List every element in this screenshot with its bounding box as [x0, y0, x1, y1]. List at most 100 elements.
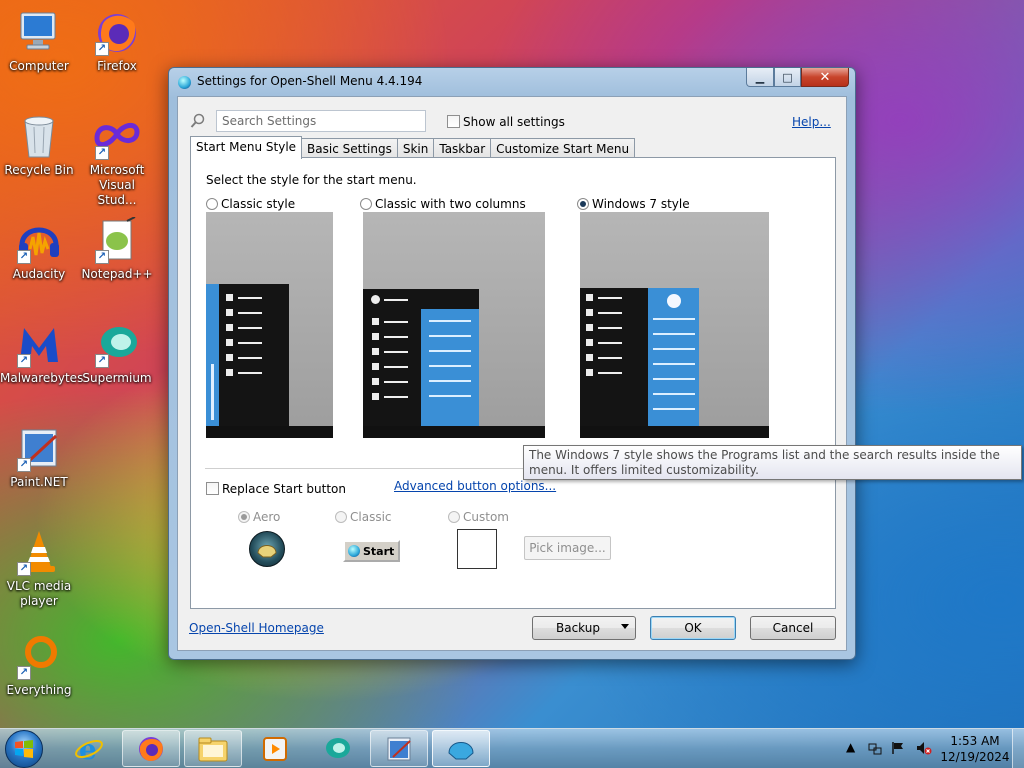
desktop-icon-label: Microsoft Visual Stud... [89, 163, 145, 207]
desktop-icon-label: Notepad++ [81, 267, 153, 281]
desktop-icon-label: Recycle Bin [4, 163, 74, 177]
desktop-icon-firefox[interactable]: ↗ Firefox [78, 8, 156, 74]
show-all-settings-checkbox[interactable]: Show all settings [447, 114, 565, 129]
style-tooltip: The Windows 7 style shows the Programs l… [523, 445, 1022, 480]
desktop-icon-label: Malwarebytes [0, 371, 84, 385]
desktop-icon-everything[interactable]: ↗ Everything [0, 632, 78, 698]
taskbar-firefox[interactable] [122, 730, 180, 767]
maximize-icon: □ [782, 70, 793, 84]
taskbar-paint-net[interactable] [370, 730, 428, 767]
desktop-icon-paint-net[interactable]: ↗ Paint.NET [0, 424, 78, 490]
window-title: Settings for Open-Shell Menu 4.4.194 [197, 74, 423, 88]
windows7-style-preview[interactable] [580, 212, 769, 438]
desktop-icon-recycle-bin[interactable]: Recycle Bin [0, 112, 78, 178]
two-columns-style-preview[interactable] [363, 212, 545, 438]
advanced-button-options-link[interactable]: Advanced button options... [394, 479, 556, 493]
shortcut-arrow-icon: ↗ [95, 354, 109, 368]
windows-logo-icon [15, 740, 33, 758]
desktop-icon-supermium[interactable]: ↗ Supermium [78, 320, 156, 386]
windows7-style-radio[interactable]: Windows 7 style [577, 196, 690, 211]
two-columns-style-radio[interactable]: Classic with two columns [360, 196, 526, 211]
classic-style-radio[interactable]: Classic style [206, 196, 295, 211]
tab-strip: Start Menu Style Basic Settings Skin Tas… [190, 136, 636, 159]
classic-button-radio[interactable]: Classic [335, 509, 392, 524]
shortcut-arrow-icon: ↗ [95, 42, 109, 56]
window-titlebar[interactable]: Settings for Open-Shell Menu 4.4.194 ▁ □… [169, 68, 855, 96]
shortcut-arrow-icon: ↗ [17, 562, 31, 576]
tab-basic-settings[interactable]: Basic Settings [301, 138, 398, 159]
start-button[interactable] [5, 730, 43, 768]
ok-button[interactable]: OK [650, 616, 736, 640]
tab-taskbar[interactable]: Taskbar [433, 138, 492, 159]
shortcut-arrow-icon: ↗ [17, 250, 31, 264]
aero-start-button-preview [249, 531, 285, 567]
minimize-icon: ▁ [755, 70, 765, 84]
radio-button[interactable] [238, 510, 250, 523]
network-icon[interactable] [868, 741, 882, 758]
backup-button[interactable]: Backup [532, 616, 636, 640]
search-icon [190, 113, 206, 129]
radio-button[interactable] [206, 197, 218, 210]
audacity-icon: ↗ [15, 216, 63, 264]
settings-window: Settings for Open-Shell Menu 4.4.194 ▁ □… [168, 67, 856, 660]
show-hidden-icons-chevron-icon[interactable]: ▲ [846, 740, 855, 754]
checkbox-box[interactable] [206, 482, 219, 495]
cancel-button[interactable]: Cancel [750, 616, 836, 640]
taskbar-internet-explorer[interactable]: e [60, 730, 118, 767]
paint-net-icon: ↗ [15, 424, 63, 472]
minimize-button[interactable]: ▁ [746, 68, 774, 87]
maximize-button[interactable]: □ [774, 68, 801, 87]
custom-button-radio[interactable]: Custom [448, 509, 509, 524]
paint-net-icon [387, 737, 411, 760]
show-all-label: Show all settings [463, 114, 565, 129]
classic-start-button-preview: Start [343, 540, 400, 562]
desktop-icon-malwarebytes[interactable]: ↗ Malwarebytes [0, 320, 84, 386]
taskbar-clock[interactable]: 1:53 AM 12/19/2024 [940, 733, 1010, 765]
classic-style-label: Classic style [221, 196, 296, 211]
taskbar-open-shell-settings[interactable] [432, 730, 490, 767]
desktop-icon-vlc[interactable]: ↗ VLC media player [0, 528, 78, 609]
windows7-style-label: Windows 7 style [592, 196, 690, 211]
help-link[interactable]: Help... [792, 115, 831, 129]
shortcut-arrow-icon: ↗ [17, 458, 31, 472]
radio-button[interactable] [360, 197, 372, 210]
radio-button[interactable] [335, 510, 347, 523]
tab-customize-start-menu[interactable]: Customize Start Menu [490, 138, 636, 159]
replace-start-button-checkbox[interactable]: Replace Start button [206, 481, 346, 496]
firefox-icon [139, 736, 163, 761]
tab-skin[interactable]: Skin [396, 138, 435, 159]
open-shell-icon [448, 741, 474, 759]
media-player-icon [263, 736, 287, 761]
open-shell-homepage-link[interactable]: Open-Shell Homepage [189, 621, 324, 635]
desktop-icon-audacity[interactable]: ↗ Audacity [0, 216, 78, 282]
desktop-icon-label: VLC media player [6, 579, 72, 608]
taskbar-file-explorer[interactable] [184, 730, 242, 767]
desktop-icon-computer[interactable]: Computer [0, 8, 78, 74]
show-desktop-button[interactable] [1012, 729, 1024, 768]
svg-text:e: e [79, 734, 97, 764]
recycle-bin-icon [15, 112, 63, 160]
aero-button-radio[interactable]: Aero [238, 509, 280, 524]
taskbar-media-player[interactable] [246, 730, 304, 767]
taskbar-supermium[interactable] [308, 730, 366, 767]
checkbox-box[interactable] [447, 115, 460, 128]
radio-button[interactable] [577, 197, 589, 210]
taskbar: e ▲ 1:53 AM 12/19/2024 [0, 728, 1024, 768]
clock-date: 12/19/2024 [940, 750, 1010, 764]
folder-icon [198, 737, 228, 761]
desktop-icon-notepad-plus-plus[interactable]: ↗ Notepad++ [78, 216, 156, 282]
action-center-flag-icon[interactable] [891, 741, 905, 758]
classic-style-preview[interactable] [206, 212, 333, 438]
desktop-icon-visual-studio[interactable]: ↗ Microsoft Visual Stud... [78, 112, 156, 208]
pick-image-button[interactable]: Pick image... [524, 536, 611, 560]
replace-start-label: Replace Start button [222, 481, 346, 496]
everything-search-icon: ↗ [15, 632, 63, 680]
close-button[interactable]: ✕ [801, 68, 849, 87]
shortcut-arrow-icon: ↗ [17, 354, 31, 368]
search-settings-input[interactable]: Search Settings [216, 110, 426, 132]
tab-start-menu-style[interactable]: Start Menu Style [190, 136, 303, 159]
aero-label: Aero [253, 509, 281, 524]
volume-muted-icon[interactable] [916, 741, 932, 758]
radio-button[interactable] [448, 510, 460, 523]
system-tray: ▲ 1:53 AM 12/19/2024 [840, 729, 1024, 768]
